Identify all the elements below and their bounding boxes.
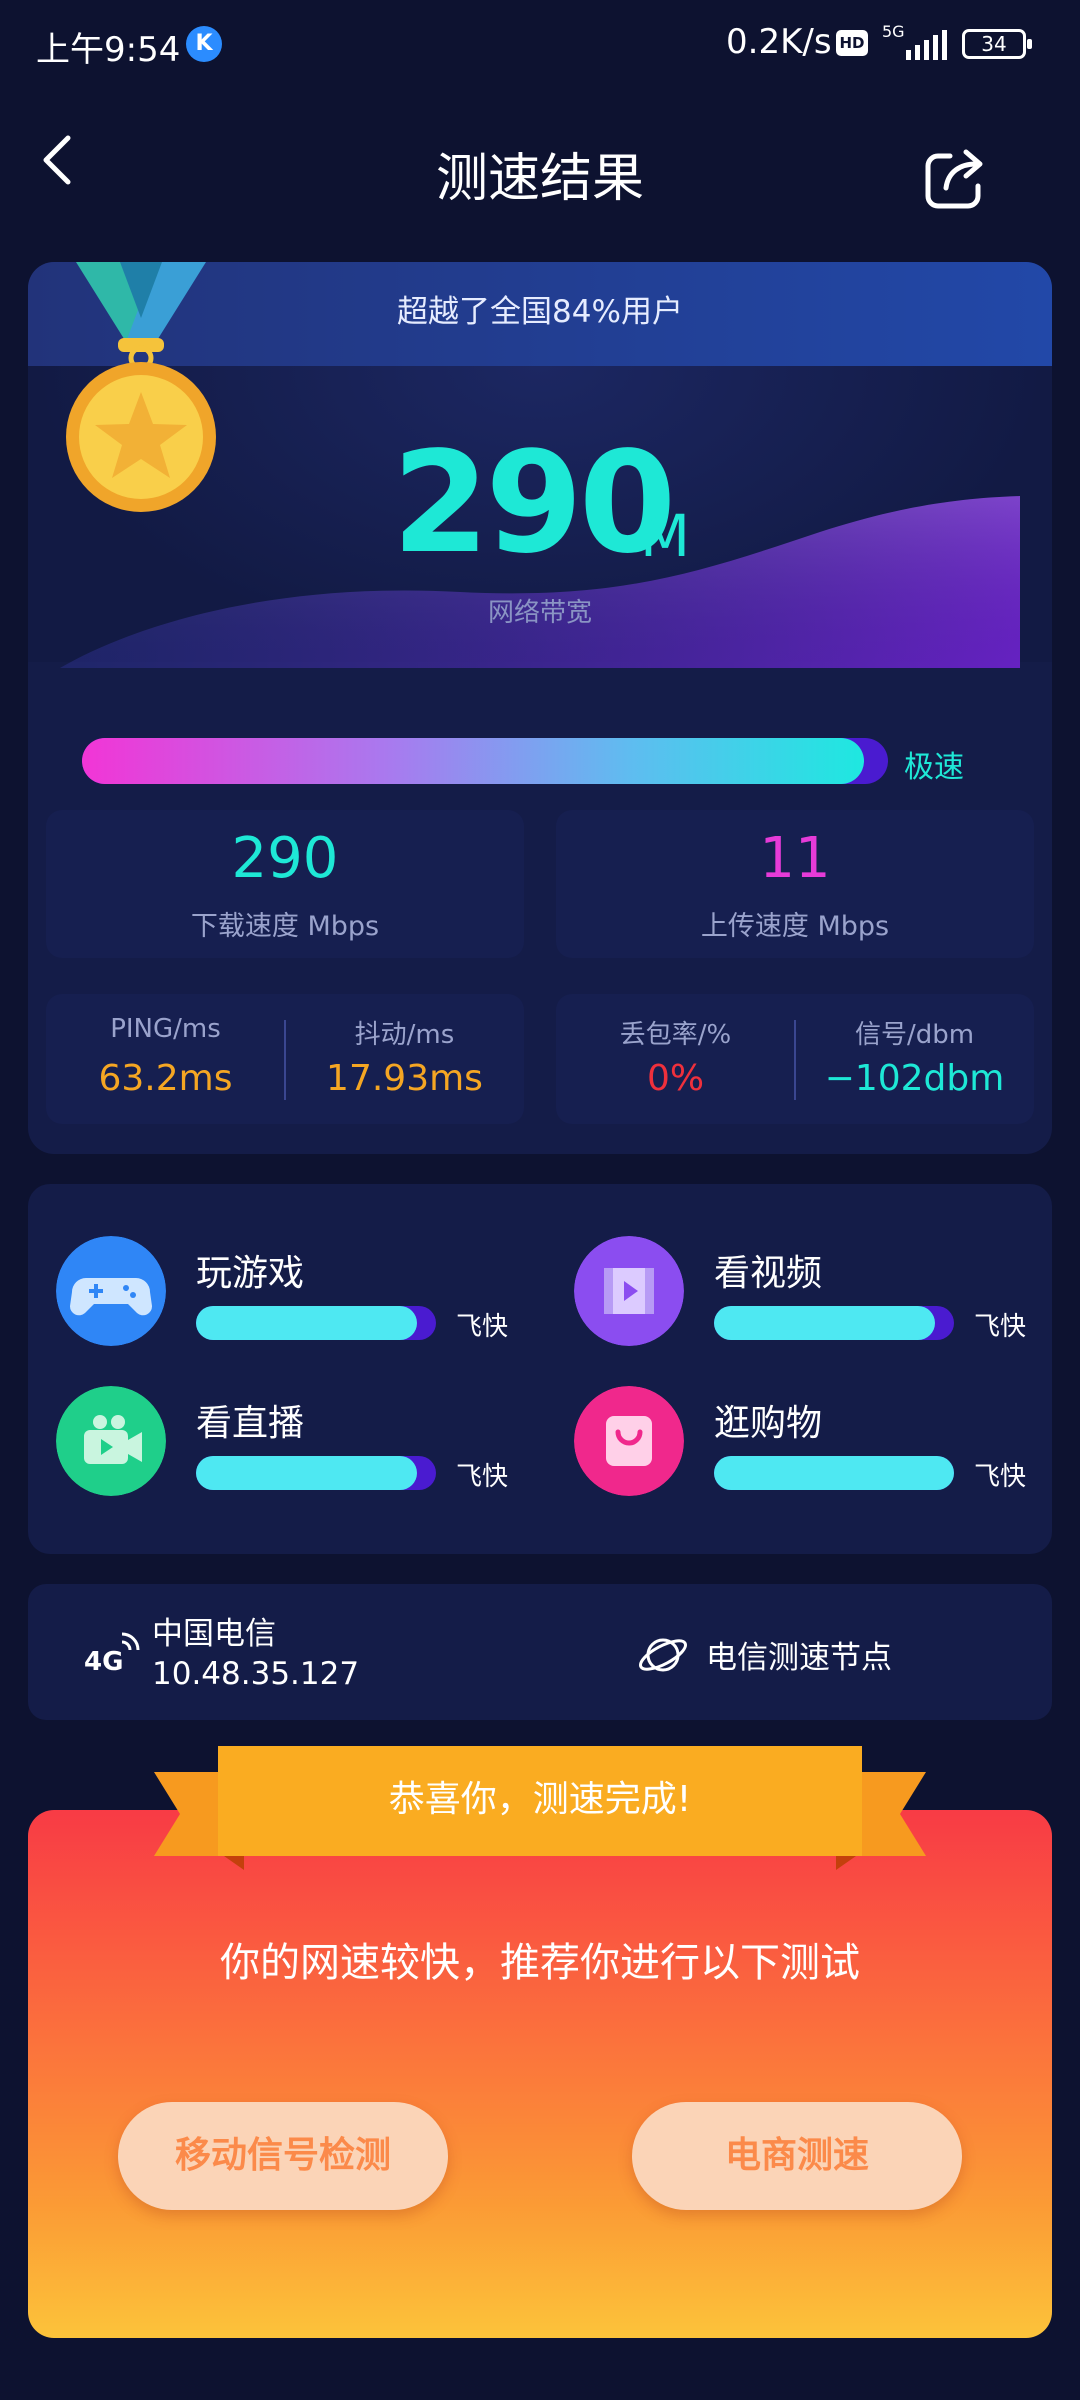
- carrier-card: 4G 中国电信 10.48.35.127 电信测速节点: [28, 1584, 1052, 1720]
- activity-level-bar: [714, 1306, 954, 1340]
- jitter-title: 抖动/ms: [354, 1020, 455, 1050]
- ping-value: 63.2ms: [98, 1058, 233, 1099]
- shopping-bag-icon: [574, 1386, 684, 1496]
- promo-message: 你的网速较快，推荐你进行以下测试: [220, 1940, 860, 1986]
- ecommerce-speed-test-button[interactable]: 电商测速: [632, 2102, 962, 2210]
- latency-metrics: PING/ms 63.2ms 抖动/ms 17.93ms: [46, 994, 524, 1124]
- test-node-link[interactable]: 电信测速节点: [706, 1632, 892, 1677]
- svg-text:4G: 4G: [84, 1647, 123, 1677]
- activity-name: 看视频: [714, 1253, 823, 1294]
- mobile-signal-test-button[interactable]: 移动信号检测: [118, 2102, 448, 2210]
- activity-status: 飞快: [974, 1312, 1027, 1342]
- activity-status: 飞快: [456, 1462, 509, 1492]
- signal-value: −102dbm: [824, 1058, 1005, 1099]
- speed-level-bar: [82, 738, 888, 784]
- activity-live[interactable]: 看直播 飞快: [56, 1386, 536, 1506]
- download-label: 下载速度 Mbps: [190, 911, 380, 942]
- activity-level-fill: [714, 1306, 935, 1340]
- bandwidth-value: 290: [392, 422, 676, 585]
- ping-title: PING/ms: [110, 1014, 221, 1044]
- quality-metrics: 丢包率/% 0% 信号/dbm −102dbm: [556, 994, 1034, 1124]
- activity-shopping[interactable]: 逛购物 飞快: [574, 1386, 1054, 1506]
- status-bar: 上午9:54 K 0.2K/s HD 5G 34: [0, 0, 1080, 90]
- speed-level-label: 极速: [904, 750, 964, 785]
- activity-gaming[interactable]: 玩游戏 飞快: [56, 1236, 536, 1356]
- signal-metric: 信号/dbm −102dbm: [795, 994, 1034, 1124]
- upload-label: 上传速度 Mbps: [700, 911, 890, 942]
- packet-loss-metric: 丢包率/% 0%: [556, 994, 795, 1124]
- hd-icon: HD: [836, 30, 868, 56]
- signal-icon: [906, 30, 947, 60]
- download-stat: 290 下载速度 Mbps: [46, 810, 524, 958]
- promo-card: 你的网速较快，推荐你进行以下测试 移动信号检测 电商测速: [28, 1810, 1052, 2338]
- film-icon: [574, 1236, 684, 1346]
- result-card: 超越了全国84%用户 290 M 网络带宽 极速 290 下载速度 Mbps 1…: [28, 262, 1052, 1154]
- activity-level-fill: [196, 1456, 417, 1490]
- activity-level-bar: [196, 1456, 436, 1490]
- activity-video[interactable]: 看视频 飞快: [574, 1236, 1054, 1356]
- activity-level-fill: [714, 1456, 954, 1490]
- speed-level-fill: [82, 738, 864, 784]
- packet-loss-title: 丢包率/%: [619, 1020, 732, 1050]
- packet-loss-value: 0%: [646, 1058, 705, 1099]
- medal-icon: [66, 262, 216, 512]
- ping-metric: PING/ms 63.2ms: [46, 994, 285, 1124]
- wifi-4g-icon: 4G: [84, 1632, 140, 1677]
- activity-level-bar: [714, 1456, 954, 1490]
- carrier-name: 中国电信: [152, 1616, 276, 1652]
- jitter-value: 17.93ms: [326, 1058, 483, 1099]
- share-button[interactable]: [920, 142, 992, 214]
- ribbon-text: 恭喜你，测速完成!: [388, 1779, 692, 1820]
- net-speed: 0.2K/s: [726, 22, 832, 62]
- activity-level-bar: [196, 1306, 436, 1340]
- bandwidth-caption: 网络带宽: [487, 598, 592, 628]
- bandwidth-unit: M: [640, 502, 691, 570]
- app-badge-icon: K: [186, 26, 222, 62]
- download-value: 290: [231, 826, 339, 891]
- battery-icon: 34: [962, 29, 1032, 59]
- activity-name: 逛购物: [714, 1403, 823, 1444]
- upload-stat: 11 上传速度 Mbps: [556, 810, 1034, 958]
- activity-status: 飞快: [456, 1312, 509, 1342]
- signal-title: 信号/dbm: [854, 1020, 975, 1050]
- activity-name: 看直播: [196, 1403, 305, 1444]
- gamepad-icon: [56, 1236, 166, 1346]
- video-camera-icon: [56, 1386, 166, 1496]
- jitter-metric: 抖动/ms 17.93ms: [285, 994, 524, 1124]
- activity-status: 飞快: [974, 1462, 1027, 1492]
- activity-level-fill: [196, 1306, 417, 1340]
- activity-card: 玩游戏 飞快 看视频 飞快 看直播 飞快 逛购物 飞快: [28, 1184, 1052, 1554]
- status-time: 上午9:54: [36, 30, 181, 70]
- upload-value: 11: [759, 826, 831, 891]
- page-title: 测速结果: [435, 149, 644, 209]
- carrier-ip: 10.48.35.127: [152, 1656, 360, 1692]
- activity-name: 玩游戏: [196, 1253, 305, 1294]
- planet-icon: [639, 1638, 687, 1672]
